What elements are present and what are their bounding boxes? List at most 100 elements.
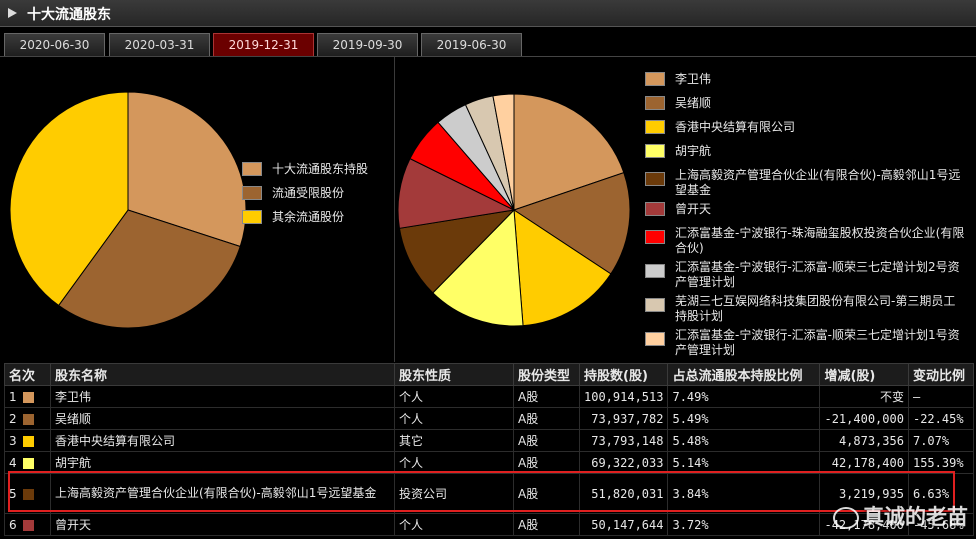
- name-cell: 上海高毅资产管理合伙企业(有限合伙)-高毅邻山1号远望基金: [50, 473, 395, 514]
- name-cell: 李卫伟: [50, 385, 395, 408]
- col-header-ratio[interactable]: 占总流通股本持股比例: [667, 363, 821, 386]
- type-cell: A股: [513, 513, 580, 536]
- tab-period-5[interactable]: 2019-06-30: [421, 33, 522, 56]
- legend-swatch: [645, 120, 665, 134]
- chart-divider: [394, 57, 395, 362]
- legend-swatch: [645, 298, 665, 312]
- change-pct-cell: -22.45%: [907, 407, 974, 430]
- table-row[interactable]: 3 香港中央结算有限公司 其它 A股 73,793,148 5.48% 4,873,356 7…: [4, 429, 974, 452]
- nature-cell: 其它: [394, 429, 514, 452]
- rank-cell: 2: [4, 407, 51, 430]
- holders-table: 名次 股东名称 股东性质 股份类型 持股数(股) 占总流通股本持股比例 增减(股…: [4, 363, 974, 536]
- legend-item: 吴绪顺: [645, 96, 970, 112]
- nature-cell: 个人: [394, 513, 514, 536]
- tab-period-3[interactable]: 2019-12-31: [213, 33, 314, 56]
- col-header-name[interactable]: 股东名称: [50, 363, 395, 386]
- legend-label: 芜湖三七互娱网络科技集团股份有限公司-第三期员工持股计划: [675, 294, 956, 323]
- table-row[interactable]: 1 李卫伟 个人 A股 100,914,513 7.49% 不变 —: [4, 385, 974, 408]
- legend-swatch: [645, 332, 665, 346]
- rank-cell: 5: [4, 473, 51, 514]
- table-row[interactable]: 5 上海高毅资产管理合伙企业(有限合伙)-高毅邻山1号远望基金 投资公司 A股 51,8…: [4, 473, 974, 514]
- name-cell: 吴绪顺: [50, 407, 395, 430]
- change-pct-cell: 155.39%: [907, 451, 974, 474]
- rank-cell: 6: [4, 513, 51, 536]
- row-color-swatch: [23, 519, 34, 531]
- legend-label: 上海高毅资产管理合伙企业(有限合伙)-高毅邻山1号远望基金: [675, 168, 961, 197]
- table-row[interactable]: 2 吴绪顺 个人 A股 73,937,782 5.49% -21,400,000 -22.45…: [4, 407, 974, 430]
- legend-label: 李卫伟: [675, 72, 712, 86]
- shares-cell: 100,914,513: [578, 385, 669, 408]
- rank-number: 3: [9, 433, 17, 448]
- change-cell: -21,400,000: [819, 407, 909, 430]
- rank-cell: 1: [4, 385, 51, 408]
- change-cell: 4,873,356: [819, 429, 909, 452]
- float-structure-pie: [10, 92, 246, 328]
- legend-item: 曾开天: [645, 202, 970, 218]
- legend-label: 香港中央结算有限公司: [675, 120, 796, 134]
- row-color-swatch: [23, 457, 34, 469]
- tab-period-4[interactable]: 2019-09-30: [317, 33, 418, 56]
- ratio-cell: 5.48%: [667, 429, 821, 452]
- rank-cell: 4: [4, 451, 51, 474]
- legend-swatch: [645, 96, 665, 110]
- legend-label: 胡宇航: [675, 144, 712, 158]
- legend-swatch: [242, 210, 262, 224]
- col-header-change[interactable]: 增减(股): [819, 363, 909, 386]
- legend-label: 曾开天: [675, 202, 712, 216]
- weibo-logo-icon: [833, 507, 859, 529]
- legend-item: 汇添富基金-宁波银行-汇添富-顺荣三七定增计划2号资产管理计划: [645, 260, 970, 290]
- legend-label: 十大流通股东持股: [272, 162, 369, 176]
- col-header-rank[interactable]: 名次: [4, 363, 51, 386]
- shares-cell: 73,793,148: [578, 429, 669, 452]
- legend-swatch: [645, 144, 665, 158]
- legend-label: 汇添富基金-宁波银行-汇添富-顺荣三七定增计划1号资产管理计划: [675, 328, 960, 357]
- legend-item: 胡宇航: [645, 144, 970, 160]
- shares-cell: 69,322,033: [578, 451, 669, 474]
- legend-label: 其余流通股份: [272, 210, 345, 224]
- rank-number: 5: [9, 486, 17, 501]
- col-header-change-pct[interactable]: 变动比例: [907, 363, 974, 386]
- watermark: 真诚的老苗: [833, 501, 968, 531]
- legend-item: 汇添富基金-宁波银行-珠海融玺股权投资合伙企业(有限合伙): [645, 226, 970, 256]
- name-cell: 胡宇航: [50, 451, 395, 474]
- legend-label: 汇添富基金-宁波银行-珠海融玺股权投资合伙企业(有限合伙): [675, 226, 965, 255]
- col-header-shares[interactable]: 持股数(股): [578, 363, 669, 386]
- rank-cell: 3: [4, 429, 51, 452]
- col-header-nature[interactable]: 股东性质: [394, 363, 514, 386]
- watermark-text: 真诚的老苗: [863, 505, 968, 529]
- rank-number: 1: [9, 389, 17, 404]
- nature-cell: 个人: [394, 385, 514, 408]
- rank-number: 6: [9, 517, 17, 532]
- row-color-swatch: [23, 488, 34, 500]
- shares-cell: 73,937,782: [578, 407, 669, 430]
- legend-swatch: [242, 186, 262, 200]
- type-cell: A股: [513, 429, 580, 452]
- type-cell: A股: [513, 407, 580, 430]
- legend-label: 吴绪顺: [675, 96, 712, 110]
- top10-holders-legend: 李卫伟 吴绪顺 香港中央结算有限公司 胡宇航 上海高毅资产管理合伙企业(有限合伙…: [645, 70, 973, 360]
- name-cell: 香港中央结算有限公司: [50, 429, 395, 452]
- legend-swatch: [242, 162, 262, 176]
- nature-cell: 个人: [394, 451, 514, 474]
- col-header-type[interactable]: 股份类型: [513, 363, 580, 386]
- table-row[interactable]: 4 胡宇航 个人 A股 69,322,033 5.14% 42,178,400 155.39%: [4, 451, 974, 474]
- tab-period-1[interactable]: 2020-06-30: [4, 33, 105, 56]
- legend-label: 流通受限股份: [272, 186, 345, 200]
- type-cell: A股: [513, 473, 580, 514]
- rank-number: 2: [9, 411, 17, 426]
- panel-titlebar: 十大流通股东: [0, 0, 976, 27]
- change-pct-cell: 7.07%: [907, 429, 974, 452]
- legend-swatch: [645, 202, 665, 216]
- tab-period-2[interactable]: 2020-03-31: [109, 33, 210, 56]
- change-cell: 42,178,400: [819, 451, 909, 474]
- top10-holders-pie: [398, 94, 630, 326]
- type-cell: A股: [513, 385, 580, 408]
- table-row[interactable]: 6 曾开天 个人 A股 50,147,644 3.72% -42,178,400 -45.68…: [4, 513, 974, 536]
- shares-cell: 51,820,031: [578, 473, 669, 514]
- legend-item: 十大流通股东持股: [242, 162, 382, 178]
- legend-swatch: [645, 172, 665, 186]
- ratio-cell: 7.49%: [667, 385, 821, 408]
- table-header-row: 名次 股东名称 股东性质 股份类型 持股数(股) 占总流通股本持股比例 增减(股…: [4, 363, 974, 386]
- collapse-arrow-icon[interactable]: [8, 8, 17, 18]
- legend-item: 其余流通股份: [242, 210, 382, 226]
